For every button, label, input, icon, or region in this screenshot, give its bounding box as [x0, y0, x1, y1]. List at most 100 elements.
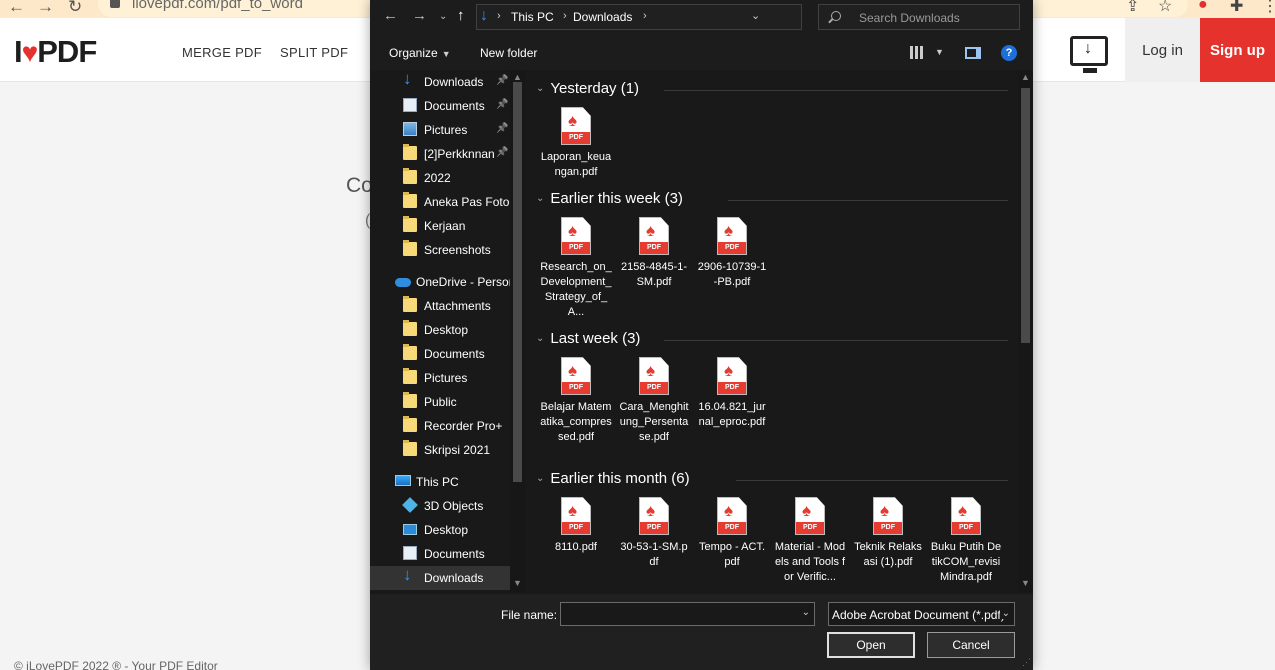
sidebar-item[interactable]: Documents — [370, 542, 510, 566]
file-item[interactable]: ♠ PDF 2906-10739-1-PB.pdf — [696, 217, 768, 290]
sidebar-item[interactable]: Aneka Pas Foto — [370, 190, 510, 214]
breadcrumb-chevron-icon[interactable]: › — [497, 10, 501, 22]
chevron-down-icon[interactable]: ⌄ — [536, 193, 544, 204]
breadcrumb-downloads[interactable]: Downloads — [573, 10, 632, 24]
address-dropdown-icon[interactable]: ⌄ — [751, 9, 760, 22]
sidebar-item[interactable]: Documents — [370, 342, 510, 366]
breadcrumb-chevron-icon[interactable]: › — [643, 10, 647, 22]
chevron-down-icon[interactable]: ⌄ — [999, 608, 1010, 619]
file-item[interactable]: ♠ PDF Material - Models and Tools for Veri… — [774, 497, 846, 585]
nav-split-pdf[interactable]: SPLIT PDF — [280, 45, 348, 60]
extensions-puzzle-icon[interactable]: ✚ — [1230, 0, 1243, 16]
sidebar-item[interactable]: Public — [370, 390, 510, 414]
sidebar-item[interactable]: Pictures 📌 — [370, 118, 510, 142]
sidebar-item[interactable]: OneDrive - Persor — [370, 270, 513, 294]
new-folder-button[interactable]: New folder — [480, 46, 537, 60]
search-input[interactable]: Search Downloads — [818, 4, 1020, 30]
file-item[interactable]: ♠ PDF 30-53-1-SM.pdf — [618, 497, 690, 570]
sidebar-item[interactable]: Attachments — [370, 294, 510, 318]
sidebar-item[interactable]: Desktop — [370, 518, 510, 542]
sidebar-item[interactable]: Screenshots — [370, 238, 510, 262]
reload-icon[interactable]: ↻ — [68, 0, 82, 17]
folder-icon — [403, 368, 417, 384]
sidebar-item[interactable]: 2022 — [370, 166, 510, 190]
cancel-button[interactable]: Cancel — [927, 632, 1015, 658]
share-icon[interactable]: ⇪ — [1126, 0, 1139, 16]
sidebar-item[interactable]: Pictures — [370, 366, 510, 390]
help-icon[interactable]: ? — [1001, 45, 1017, 61]
chevron-down-icon[interactable]: ⌄ — [536, 333, 544, 344]
file-item[interactable]: ♠ PDF 8110.pdf — [540, 497, 612, 555]
nav-merge-pdf[interactable]: MERGE PDF — [182, 45, 262, 60]
logo-letter: I — [14, 34, 23, 69]
group-header[interactable]: ⌄ Earlier this week (3) — [536, 190, 683, 207]
file-item[interactable]: ♠ PDF Tempo - ACT.pdf — [696, 497, 768, 570]
scroll-down-icon[interactable]: ▼ — [1021, 578, 1030, 588]
signup-button[interactable]: Sign up — [1200, 18, 1275, 82]
pin-icon: 📌 — [496, 147, 509, 158]
file-scrollbar[interactable]: ▲ ▼ — [1018, 70, 1033, 592]
resize-grip-icon[interactable]: ⋰ — [1022, 657, 1031, 668]
file-item[interactable]: ♠ PDF Buku Putih DetikCOM_revisi Mindra.pd… — [930, 497, 1002, 585]
preview-pane-icon[interactable] — [965, 47, 981, 59]
menu-icon[interactable]: ⋮ — [1262, 0, 1275, 16]
back-icon[interactable]: ← — [383, 7, 398, 24]
file-item[interactable]: ♠ PDF Laporan_keuangan.pdf — [540, 107, 612, 180]
pdf-badge: PDF — [874, 522, 902, 534]
file-item[interactable]: ♠ PDF Belajar Matematika_compressed.pdf — [540, 357, 612, 445]
recent-locations-icon[interactable]: ⌄ — [439, 11, 447, 22]
nav-scroll-thumb[interactable] — [513, 82, 522, 482]
address-box[interactable]: ↓ › This PC › Downloads › ⌄ ↻ — [476, 4, 899, 30]
file-item[interactable]: ♠ PDF Teknik Relaksasi (1).pdf — [852, 497, 924, 570]
extension-pokeball-icon[interactable]: ● — [1198, 0, 1208, 14]
file-list: ⌄ Yesterday (1) ♠ PDF Laporan_keuangan.pdf ⌄ E… — [530, 70, 1018, 592]
file-name: Cara_Menghitung_Persentase.pdf — [619, 401, 689, 443]
sidebar-item[interactable]: Recorder Pro+ — [370, 414, 510, 438]
scroll-down-icon[interactable]: ▼ — [513, 578, 522, 588]
sidebar-item[interactable]: [2]Perkknnan 📌 — [370, 142, 510, 166]
view-options-icon[interactable] — [910, 46, 925, 59]
chevron-down-icon[interactable]: ⌄ — [536, 473, 544, 484]
acrobat-logo-icon: ♠ — [568, 221, 578, 240]
sidebar-item[interactable]: ↓ Downloads — [370, 566, 510, 590]
forward-icon[interactable]: → — [37, 0, 54, 17]
up-folder-icon[interactable]: ↑ — [457, 7, 465, 24]
forward-icon[interactable]: → — [412, 7, 427, 24]
sidebar-item[interactable]: Desktop — [370, 318, 510, 342]
scroll-up-icon[interactable]: ▲ — [1021, 72, 1030, 82]
nav-scrollbar[interactable]: ▲ ▼ — [510, 70, 525, 592]
file-type-select[interactable]: Adobe Acrobat Document (*.pdf) ⌄ — [828, 602, 1015, 626]
breadcrumb-this-pc[interactable]: This PC — [511, 10, 554, 24]
sidebar-item[interactable]: 3D Objects — [370, 494, 510, 518]
file-item[interactable]: ♠ PDF Cara_Menghitung_Persentase.pdf — [618, 357, 690, 445]
file-item[interactable]: ♠ PDF Research_on_Development_Strategy_of_… — [540, 217, 612, 320]
folder-icon — [403, 192, 417, 208]
open-button[interactable]: Open — [827, 632, 915, 658]
sidebar-item[interactable]: Skripsi 2021 — [370, 438, 510, 462]
sidebar-item[interactable]: This PC — [370, 470, 510, 494]
sidebar-item[interactable]: ↓ Downloads 📌 — [370, 70, 510, 94]
file-scroll-thumb[interactable] — [1021, 88, 1030, 343]
group-header[interactable]: ⌄ Earlier this month (6) — [536, 470, 690, 487]
group-header[interactable]: ⌄ Last week (3) — [536, 330, 640, 347]
breadcrumb-chevron-icon[interactable]: › — [563, 10, 567, 22]
chevron-down-icon[interactable]: ⌄ — [802, 607, 810, 618]
pdf-file-icon: ♠ PDF — [951, 497, 981, 535]
ilovepdf-logo[interactable]: I♥PDF — [14, 34, 97, 70]
bookmark-star-icon[interactable]: ☆ — [1158, 0, 1172, 16]
pdf-file-icon: ♠ PDF — [561, 497, 591, 535]
file-item[interactable]: ♠ PDF 2158-4845-1-SM.pdf — [618, 217, 690, 290]
organize-button[interactable]: Organize ▼ — [389, 46, 451, 60]
scroll-up-icon[interactable]: ▲ — [513, 72, 522, 82]
login-button[interactable]: Log in — [1125, 18, 1200, 82]
desktop-app-icon[interactable]: ↓ — [1070, 36, 1108, 73]
file-item[interactable]: ♠ PDF 16.04.821_jurnal_eproc.pdf — [696, 357, 768, 430]
caret-down-icon[interactable]: ▼ — [935, 47, 944, 57]
back-icon[interactable]: ← — [8, 0, 25, 17]
sidebar-item[interactable]: Kerjaan — [370, 214, 510, 238]
chevron-down-icon[interactable]: ⌄ — [536, 83, 544, 94]
sidebar-item-label: Desktop — [424, 323, 469, 337]
sidebar-item[interactable]: Documents 📌 — [370, 94, 510, 118]
group-header[interactable]: ⌄ Yesterday (1) — [536, 80, 639, 97]
file-name-input[interactable]: ⌄ — [560, 602, 815, 626]
